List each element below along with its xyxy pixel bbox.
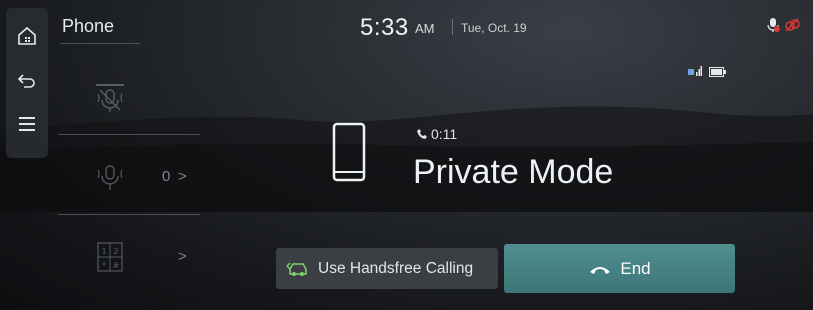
chevron-right-icon: > [178, 168, 187, 185]
title-divider [60, 43, 140, 44]
end-call-button[interactable]: End [504, 244, 735, 293]
back-button[interactable] [9, 58, 45, 102]
connection-off-icon [785, 18, 800, 32]
use-handsfree-label: Use Handsfree Calling [318, 259, 474, 277]
svg-text:1: 1 [101, 247, 106, 256]
keypad-icon: 1 2 * # [97, 242, 123, 272]
status-date: Tue, Oct. 19 [461, 21, 527, 35]
use-handsfree-button[interactable]: Use Handsfree Calling [276, 248, 498, 289]
device-status-icons [688, 66, 726, 77]
list-item-keypad[interactable]: 1 2 * # > [58, 222, 200, 294]
list-item-mic-volume[interactable]: 0 > [58, 142, 200, 214]
back-arrow-icon [17, 74, 35, 88]
svg-text:2: 2 [113, 247, 118, 256]
end-call-label: End [620, 258, 651, 278]
chevron-right-icon: > [178, 248, 187, 265]
handsfree-car-icon [286, 262, 307, 276]
list-item-mute[interactable] [58, 62, 200, 134]
mic-volume-icon [97, 165, 123, 190]
status-separator [452, 19, 453, 35]
home-icon [18, 26, 36, 45]
list-divider [58, 214, 200, 215]
clock-ampm: AM [415, 21, 435, 36]
menu-button[interactable] [9, 102, 45, 146]
menu-icon [19, 117, 35, 131]
call-name: Private Mode [413, 153, 614, 191]
battery-icon [709, 66, 726, 77]
signal-icon [688, 66, 702, 76]
status-icons [766, 17, 800, 33]
home-button[interactable] [9, 14, 45, 58]
list-item-count: 0 [162, 168, 171, 185]
call-active-icon [417, 129, 427, 139]
mic-off-icon [96, 84, 124, 112]
smartphone-icon [332, 122, 366, 182]
svg-text:*: * [102, 261, 106, 270]
svg-text:#: # [113, 261, 120, 270]
hang-up-icon [590, 266, 611, 274]
list-divider [58, 134, 200, 135]
call-timer: 0:11 [416, 126, 457, 142]
mic-muted-icon [767, 18, 780, 32]
phone-screen: Phone 5:33 AM Tue, Oct. 19 0 > 1 2 * # >… [0, 0, 813, 310]
page-title: Phone [62, 16, 115, 36]
call-timer-text: 0:11 [431, 126, 458, 142]
side-rail [6, 8, 48, 158]
clock-time: 5:33 [360, 14, 409, 41]
